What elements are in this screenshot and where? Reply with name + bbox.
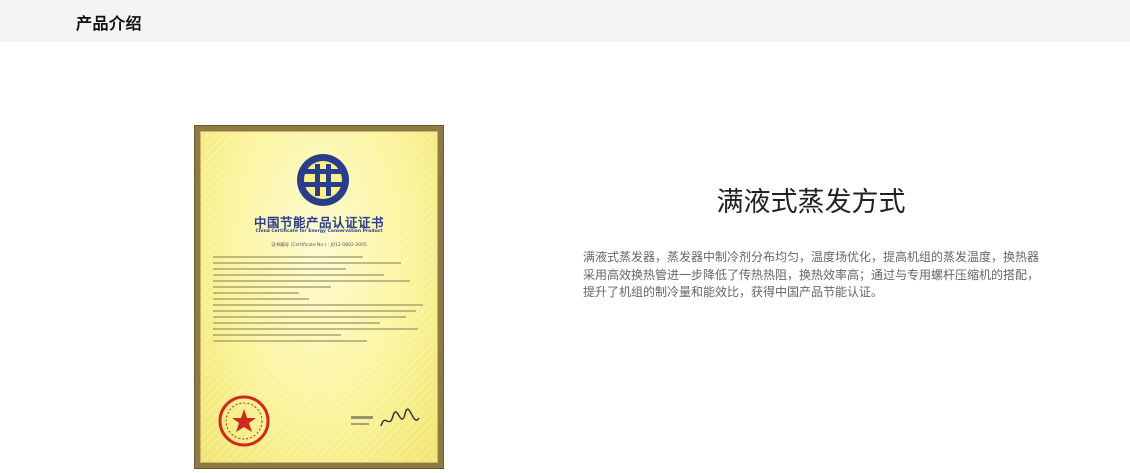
certificate-subtitle: China Certificate for Energy Conservatio… bbox=[255, 229, 383, 234]
certificate-body-text bbox=[213, 252, 427, 346]
certificate-paper: 中国节能产品认证证书 China Certificate for Energy … bbox=[200, 131, 438, 463]
certificate-image: 中国节能产品认证证书 China Certificate for Energy … bbox=[195, 126, 443, 468]
certificate-number: 证书编号 (Certificate No.) : J012-0802-2005 bbox=[271, 243, 367, 248]
section-title: 产品介绍 bbox=[76, 14, 143, 33]
energy-conservation-logo-icon bbox=[297, 154, 349, 206]
top-bar: 产品介绍 bbox=[0, 0, 1130, 42]
red-seal-icon bbox=[218, 395, 270, 447]
feature-description: 满液式蒸发器，蒸发器中制冷剂分布均匀，温度场优化，提高机组的蒸发温度，换热器采用… bbox=[583, 250, 1040, 299]
feature-heading: 满液式蒸发方式 bbox=[716, 187, 906, 218]
signature-icon bbox=[351, 408, 420, 427]
